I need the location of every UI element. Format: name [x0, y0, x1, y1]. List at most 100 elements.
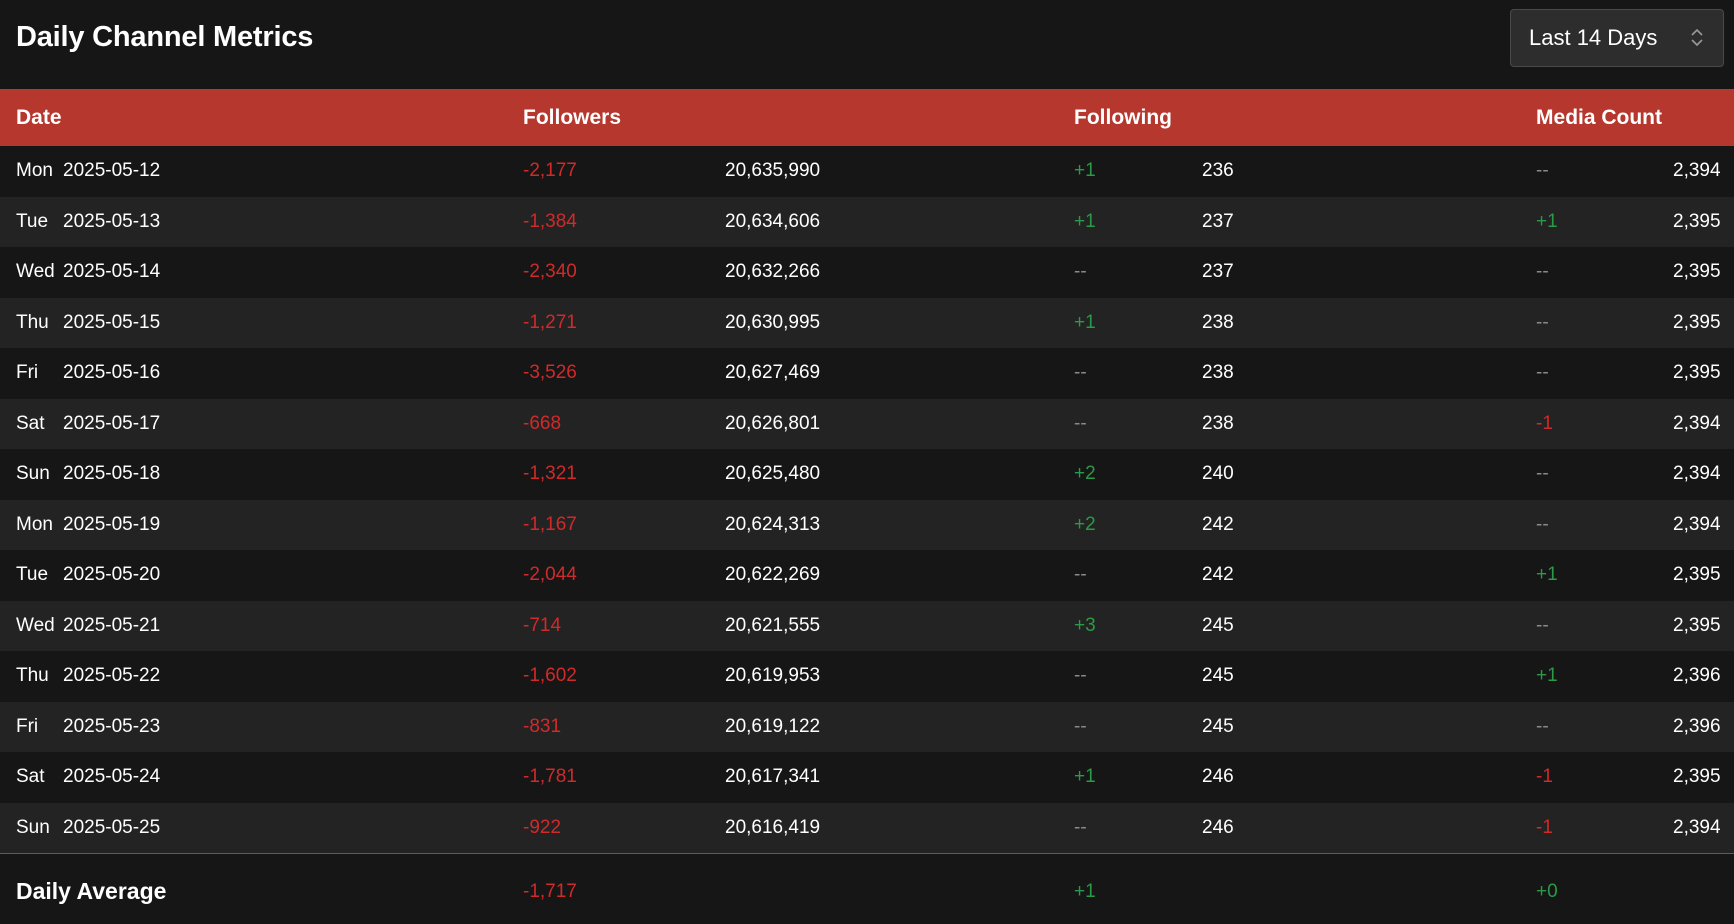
row-media-delta-text: +1 — [1536, 210, 1558, 232]
row-media-delta-text: -- — [1536, 463, 1549, 485]
row-following-delta: -- — [1074, 362, 1087, 384]
table-row: Thu 2025-05-22 -1,602 20,619,953 -- 245 +1 2,39… — [0, 651, 1734, 702]
row-media-delta-text: -1 — [1536, 766, 1553, 788]
page-title: Daily Channel Metrics — [16, 21, 314, 53]
row-media-delta: -- 2,394 — [1520, 146, 1734, 197]
row-date: 2025-05-25 — [63, 816, 161, 838]
row-following: 245 — [1202, 715, 1234, 737]
row-day: Wed — [16, 261, 55, 283]
table-body: Mon 2025-05-12 -2,177 20,635,990 +1 236 -- 2,39… — [0, 146, 1734, 853]
row-following-delta: +1 — [1074, 210, 1096, 232]
row-media-delta: -- 2,395 — [1520, 348, 1734, 399]
row-media-delta-text: -- — [1536, 715, 1549, 737]
row-media-delta-text: -1 — [1536, 816, 1553, 838]
row-following: 245 — [1202, 665, 1234, 687]
row-following-delta: -- — [1074, 715, 1087, 737]
row-media-delta: +1 2,396 — [1520, 651, 1734, 702]
header-following[interactable]: Following — [1058, 89, 1520, 146]
table-row: Thu 2025-05-15 -1,271 20,630,995 +1 238 -- 2,39… — [0, 297, 1734, 349]
row-day: Mon — [16, 160, 53, 182]
row-followers: 20,635,990 — [725, 160, 821, 182]
row-following: 238 — [1202, 311, 1234, 333]
row-media-count: 2,394 — [1673, 513, 1721, 535]
row-media-delta: -1 2,394 — [1520, 803, 1734, 854]
row-following-delta: -- — [1074, 412, 1087, 434]
row-media-count: 2,395 — [1673, 210, 1721, 232]
row-media-delta: -1 2,394 — [1520, 399, 1734, 450]
row-following: 242 — [1202, 513, 1234, 535]
daily-average-row: Daily Average -1,717 +1 +0 — [0, 853, 1734, 924]
row-date: 2025-05-19 — [63, 513, 161, 535]
header-followers[interactable]: Followers — [507, 89, 1058, 146]
row-date: 2025-05-24 — [63, 766, 161, 788]
row-following: 242 — [1202, 564, 1234, 586]
row-following-delta: -- — [1074, 564, 1087, 586]
row-followers-delta: -668 — [523, 412, 562, 434]
row-followers-delta: -714 — [523, 614, 562, 636]
row-media-delta-text: -- — [1536, 513, 1549, 535]
row-followers: 20,630,995 — [725, 311, 821, 333]
row-day: Tue — [16, 210, 49, 232]
row-media-delta-text: -- — [1536, 160, 1549, 182]
row-date: 2025-05-23 — [63, 715, 161, 737]
row-followers-delta: -1,602 — [523, 665, 577, 687]
page-header: Daily Channel Metrics Last 14 Days — [0, 0, 1734, 89]
row-day: Mon — [16, 513, 53, 535]
row-media-delta: -1 2,395 — [1520, 752, 1734, 803]
table-header-row: Date Followers Following Media Count — [0, 89, 1734, 146]
table-row: Tue 2025-05-20 -2,044 20,622,269 -- 242 +1 2,39… — [0, 550, 1734, 601]
table-row: Tue 2025-05-13 -1,384 20,634,606 +1 237 +1 2,39… — [0, 196, 1734, 248]
row-following: 237 — [1202, 261, 1234, 283]
row-media-delta: +1 2,395 — [1520, 550, 1734, 601]
row-date: 2025-05-18 — [63, 463, 161, 485]
row-media-delta: -- 2,395 — [1520, 298, 1734, 349]
row-following-delta: +2 — [1074, 513, 1096, 535]
date-range-select[interactable]: Last 14 Days — [1510, 8, 1724, 67]
row-followers: 20,625,480 — [725, 463, 821, 485]
row-media-count: 2,394 — [1673, 816, 1721, 838]
row-followers: 20,627,469 — [725, 362, 821, 384]
row-day: Sat — [16, 766, 45, 788]
row-media-delta-text: -- — [1536, 362, 1549, 384]
row-followers-delta: -1,321 — [523, 463, 577, 485]
row-media-delta-text: +1 — [1536, 665, 1558, 687]
row-day: Wed — [16, 614, 55, 636]
row-followers-delta: -831 — [523, 715, 562, 737]
row-media-count: 2,395 — [1673, 362, 1721, 384]
row-day: Fri — [16, 362, 39, 384]
row-following-delta: -- — [1074, 665, 1087, 687]
table-row: Sat 2025-05-24 -1,781 20,617,341 +1 246 -1 2,39… — [0, 752, 1734, 803]
row-followers: 20,624,313 — [725, 513, 821, 535]
row-media-delta-text: -- — [1536, 261, 1549, 283]
table-row: Wed 2025-05-14 -2,340 20,632,266 -- 237 -- 2,39… — [0, 247, 1734, 298]
table-row: Fri 2025-05-16 -3,526 20,627,469 -- 238 -- 2,39… — [0, 348, 1734, 399]
row-day: Thu — [16, 665, 49, 687]
row-media-delta: -- 2,395 — [1520, 601, 1734, 652]
row-media-delta-text: -- — [1536, 311, 1549, 333]
row-followers: 20,621,555 — [725, 614, 821, 636]
row-following-delta: +2 — [1074, 463, 1096, 485]
date-range-value: Last 14 Days — [1529, 24, 1658, 50]
row-followers: 20,616,419 — [725, 816, 821, 838]
row-following: 245 — [1202, 614, 1234, 636]
row-date: 2025-05-21 — [63, 614, 161, 636]
table-row: Fri 2025-05-23 -831 20,619,122 -- 245 -- 2,396 — [0, 701, 1734, 752]
row-following-delta: +3 — [1074, 614, 1096, 636]
table-row: Mon 2025-05-19 -1,167 20,624,313 +2 242 -- 2,39… — [0, 499, 1734, 550]
table-row: Sat 2025-05-17 -668 20,626,801 -- 238 -1 2,394 — [0, 398, 1734, 450]
avg-following-delta: +1 — [1074, 880, 1096, 902]
header-date[interactable]: Date — [0, 89, 507, 146]
row-media-delta-text: -1 — [1536, 412, 1553, 434]
row-media-count: 2,395 — [1673, 614, 1721, 636]
row-following: 238 — [1202, 362, 1234, 384]
row-followers-delta: -2,177 — [523, 160, 577, 182]
row-date: 2025-05-17 — [63, 412, 161, 434]
header-media-count[interactable]: Media Count — [1520, 89, 1734, 146]
row-followers: 20,634,606 — [725, 210, 821, 232]
row-followers-delta: -1,167 — [523, 513, 577, 535]
row-date: 2025-05-20 — [63, 564, 161, 586]
row-media-delta: +1 2,395 — [1520, 197, 1734, 248]
row-following-delta: -- — [1074, 261, 1087, 283]
row-date: 2025-05-12 — [63, 160, 161, 182]
row-followers-delta: -2,340 — [523, 261, 577, 283]
